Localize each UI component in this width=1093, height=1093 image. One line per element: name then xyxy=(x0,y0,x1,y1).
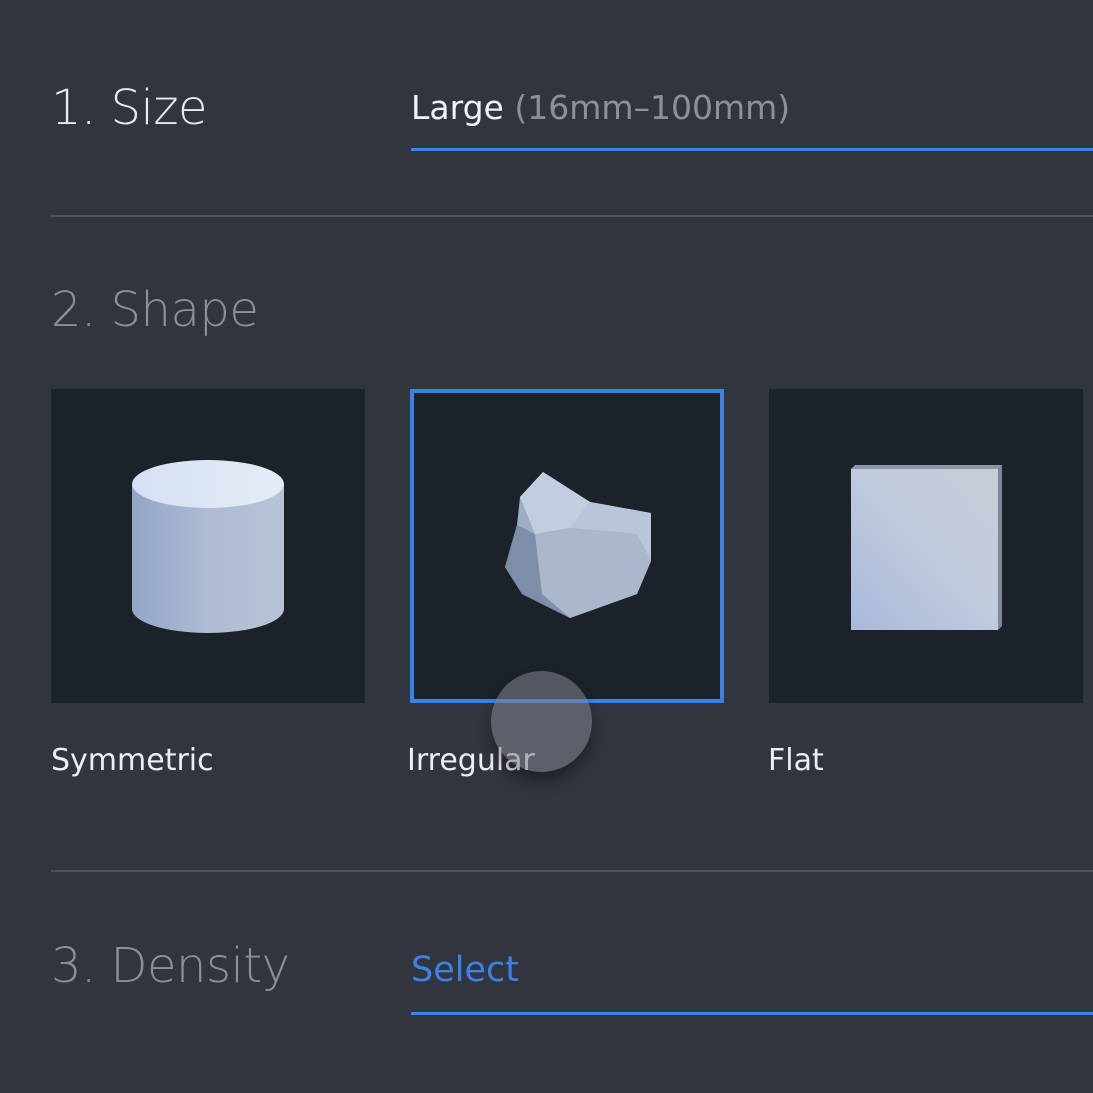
shape-option-symmetric[interactable] xyxy=(51,389,365,703)
size-range-label: (16mm–100mm) xyxy=(514,88,791,127)
shape-option-irregular[interactable] xyxy=(410,389,724,703)
density-select-dropdown[interactable]: Select xyxy=(411,950,519,990)
shape-label-symmetric: Symmetric xyxy=(51,743,214,778)
size-underline xyxy=(411,148,1093,151)
cylinder-icon xyxy=(132,460,284,633)
irregular-rock-icon xyxy=(505,472,651,618)
density-section-title: 3. Density xyxy=(51,938,290,994)
shape-selector-screen: 1. Size Large (16mm–100mm) 2. Shape Symm… xyxy=(0,0,1093,1093)
touch-indicator xyxy=(491,671,592,772)
section-divider xyxy=(51,215,1093,217)
density-underline xyxy=(411,1012,1093,1015)
flat-slab-icon xyxy=(851,465,1002,630)
size-dropdown[interactable]: Large (16mm–100mm) xyxy=(411,88,790,127)
shape-label-flat: Flat xyxy=(768,743,824,778)
size-section-title: 1. Size xyxy=(51,80,208,136)
shape-section-title: 2. Shape xyxy=(51,282,259,338)
shape-option-flat[interactable] xyxy=(769,389,1083,703)
section-divider xyxy=(51,870,1093,872)
size-value-label: Large xyxy=(411,88,504,127)
